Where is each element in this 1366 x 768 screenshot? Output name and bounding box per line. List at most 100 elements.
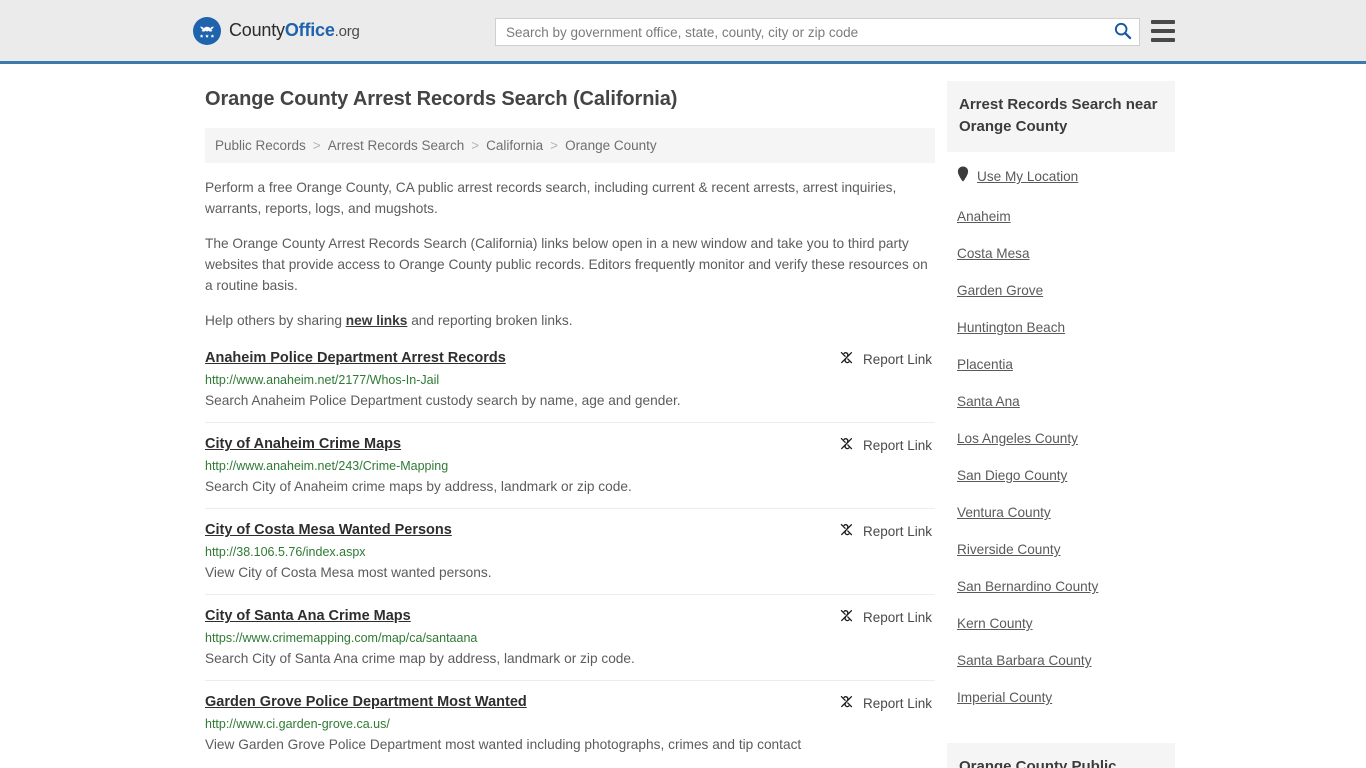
sidebar-link-placentia[interactable]: Placentia — [957, 357, 1013, 372]
result-url: http://www.anaheim.net/2177/Whos-In-Jail — [205, 373, 440, 387]
result-title-link[interactable]: City of Santa Ana Crime Maps — [205, 608, 411, 624]
result-title-link[interactable]: Anaheim Police Department Arrest Records — [205, 350, 506, 366]
result-description: View Garden Grove Police Department most… — [205, 737, 802, 752]
nearby-searches-links: Use My Location Anaheim Costa Mesa Garde… — [947, 152, 1175, 731]
hamburger-bar — [1151, 29, 1175, 33]
intro-paragraph-2: The Orange County Arrest Records Search … — [205, 236, 928, 293]
nearby-searches-panel: Arrest Records Search near Orange County… — [947, 81, 1175, 731]
brand-part-office: Office — [284, 20, 335, 40]
intro-p3-after: and reporting broken links. — [407, 313, 573, 328]
report-link-button[interactable]: Report Link — [838, 521, 932, 541]
nearby-searches-heading: Arrest Records Search near Orange County — [947, 81, 1175, 152]
breadcrumb-item-orange-county[interactable]: Orange County — [565, 138, 657, 153]
report-link-label: Report Link — [862, 695, 932, 711]
sidebar-link-santa-ana[interactable]: Santa Ana — [957, 394, 1020, 409]
sidebar-link-row[interactable]: Los Angeles County — [957, 431, 1165, 446]
sidebar-link-santa-barbara-county[interactable]: Santa Barbara County — [957, 653, 1092, 668]
site-logo-text: CountyOffice.org — [229, 20, 360, 41]
sidebar-link-row[interactable]: San Diego County — [957, 468, 1165, 483]
report-link-button[interactable]: Report Link — [838, 435, 932, 455]
search-input[interactable] — [496, 19, 1105, 45]
sidebar-link-ventura-county[interactable]: Ventura County — [957, 505, 1051, 520]
sidebar-link-imperial-county[interactable]: Imperial County — [957, 690, 1052, 705]
result-title-link[interactable]: City of Anaheim Crime Maps — [205, 436, 401, 452]
sidebar-link-row[interactable]: Kern County — [957, 616, 1165, 631]
intro-text: Perform a free Orange County, CA public … — [205, 177, 935, 331]
sidebar-link-row[interactable]: Ventura County — [957, 505, 1165, 520]
sidebar-link-riverside-county[interactable]: Riverside County — [957, 542, 1061, 557]
new-links-link[interactable]: new links — [346, 313, 408, 328]
search-bar — [495, 18, 1140, 46]
report-link-button[interactable]: Report Link — [838, 607, 932, 627]
sidebar: Arrest Records Search near Orange County… — [947, 64, 1175, 768]
brand-part-tld: .org — [334, 23, 360, 40]
report-link-label: Report Link — [862, 351, 932, 367]
result-url: http://www.anaheim.net/243/Crime-Mapping — [205, 459, 449, 473]
report-link-button[interactable]: Report Link — [838, 693, 932, 713]
sidebar-link-row[interactable]: Huntington Beach — [957, 320, 1165, 335]
intro-paragraph-3: Help others by sharing new links and rep… — [205, 310, 935, 331]
page-body: Orange County Arrest Records Search (Cal… — [0, 64, 1366, 768]
intro-paragraph-1: Perform a free Orange County, CA public … — [205, 180, 897, 216]
site-header: CountyOffice.org — [0, 0, 1366, 64]
broken-chain-icon — [838, 349, 855, 369]
sidebar-link-kern-county[interactable]: Kern County — [957, 616, 1033, 631]
broken-chain-icon — [838, 607, 855, 627]
result-description: View City of Costa Mesa most wanted pers… — [205, 565, 492, 580]
breadcrumb-separator-icon: > — [550, 138, 559, 153]
sidebar-link-san-diego-county[interactable]: San Diego County — [957, 468, 1067, 483]
result-description: Search City of Santa Ana crime map by ad… — [205, 651, 635, 666]
sidebar-link-anaheim[interactable]: Anaheim — [957, 209, 1011, 224]
sidebar-link-row[interactable]: Garden Grove — [957, 283, 1165, 298]
sidebar-link-los-angeles-county[interactable]: Los Angeles County — [957, 431, 1078, 446]
result-description: Search City of Anaheim crime maps by add… — [205, 479, 632, 494]
hamburger-bar — [1151, 20, 1175, 24]
results-list: Anaheim Police Department Arrest Records… — [205, 347, 935, 766]
result-item: City of Anaheim Crime Maps http://www.an… — [205, 422, 935, 508]
breadcrumb-separator-icon: > — [471, 138, 480, 153]
sidebar-link-garden-grove[interactable]: Garden Grove — [957, 283, 1043, 298]
result-url: https://www.crimemapping.com/map/ca/sant… — [205, 631, 478, 645]
sidebar-link-row[interactable]: Placentia — [957, 357, 1165, 372]
use-my-location-row[interactable]: Use My Location — [957, 166, 1165, 187]
sidebar-link-row[interactable]: Anaheim — [957, 209, 1165, 224]
result-url: http://38.106.5.76/index.aspx — [205, 545, 366, 559]
result-item: City of Santa Ana Crime Maps https://www… — [205, 594, 935, 680]
sidebar-link-row[interactable]: Imperial County — [957, 690, 1165, 705]
use-my-location-link[interactable]: Use My Location — [977, 169, 1078, 184]
result-item: Anaheim Police Department Arrest Records… — [205, 347, 935, 422]
sidebar-link-row[interactable]: Costa Mesa — [957, 246, 1165, 261]
site-logo[interactable]: CountyOffice.org — [193, 16, 360, 45]
sidebar-link-costa-mesa[interactable]: Costa Mesa — [957, 246, 1030, 261]
main-content: Orange County Arrest Records Search (Cal… — [205, 64, 935, 766]
sidebar-link-row[interactable]: San Bernardino County — [957, 579, 1165, 594]
search-submit-button[interactable] — [1105, 19, 1139, 45]
report-link-label: Report Link — [862, 437, 932, 453]
report-link-button[interactable]: Report Link — [838, 349, 932, 369]
public-records-panel: Orange County Public — [947, 743, 1175, 768]
sidebar-link-row[interactable]: Santa Ana — [957, 394, 1165, 409]
sidebar-link-row[interactable]: Riverside County — [957, 542, 1165, 557]
breadcrumb-item-arrest-records-search[interactable]: Arrest Records Search — [328, 138, 465, 153]
magnifier-icon — [1113, 21, 1132, 43]
result-url: http://www.ci.garden-grove.ca.us/ — [205, 717, 390, 731]
broken-chain-icon — [838, 521, 855, 541]
sidebar-link-san-bernardino-county[interactable]: San Bernardino County — [957, 579, 1098, 594]
broken-chain-icon — [838, 435, 855, 455]
broken-chain-icon — [838, 693, 855, 713]
sidebar-link-huntington-beach[interactable]: Huntington Beach — [957, 320, 1065, 335]
hamburger-menu-icon[interactable] — [1151, 20, 1175, 42]
report-link-label: Report Link — [862, 609, 932, 625]
report-link-label: Report Link — [862, 523, 932, 539]
result-item: Garden Grove Police Department Most Want… — [205, 680, 935, 766]
result-title-link[interactable]: Garden Grove Police Department Most Want… — [205, 694, 527, 710]
eagle-stars-emblem-icon — [193, 16, 221, 45]
result-title-link[interactable]: City of Costa Mesa Wanted Persons — [205, 522, 452, 538]
result-item: City of Costa Mesa Wanted Persons http:/… — [205, 508, 935, 594]
result-description: Search Anaheim Police Department custody… — [205, 393, 681, 408]
sidebar-link-row[interactable]: Santa Barbara County — [957, 653, 1165, 668]
hamburger-bar — [1151, 38, 1175, 42]
breadcrumb-item-public-records[interactable]: Public Records — [215, 138, 306, 153]
breadcrumb-item-california[interactable]: California — [486, 138, 543, 153]
map-pin-icon — [957, 166, 969, 187]
